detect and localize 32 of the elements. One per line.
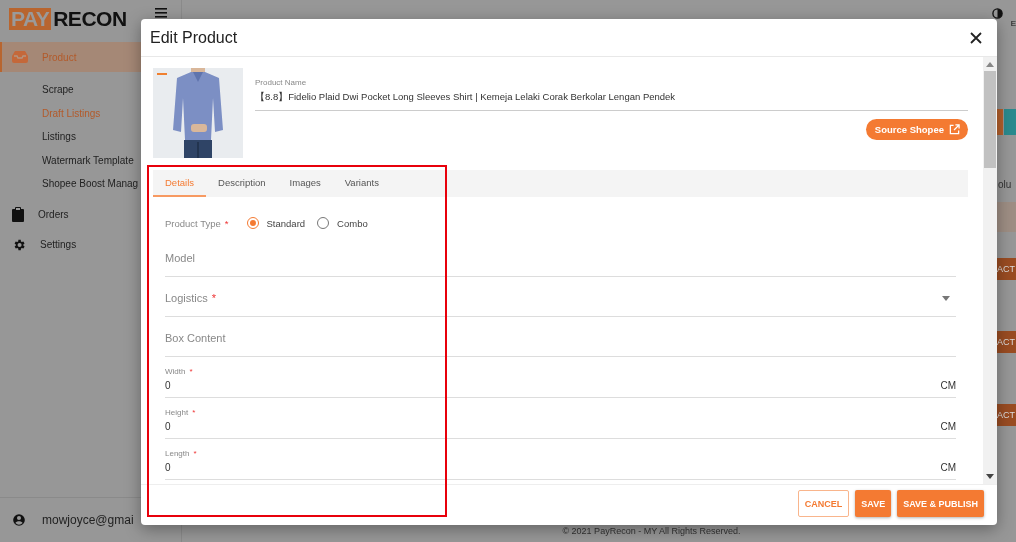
gear-icon: [12, 237, 26, 252]
copyright-text: © 2021 PayRecon - MY All Rights Reserved.: [562, 526, 741, 536]
clipboard-icon: [12, 207, 24, 222]
scrollbar[interactable]: [983, 57, 997, 484]
number-field[interactable]: Length * 0 CM: [165, 439, 956, 480]
external-link-icon: [949, 124, 960, 135]
number-field[interactable]: Height * 0 CM: [165, 398, 956, 439]
radio-option[interactable]: Combo: [317, 217, 368, 229]
product-name-field[interactable]: 【8.8】Fidelio Plaid Dwi Pocket Long Sleeves Shirt | Kemeja Lelaki Corak Berkolar Lengan Pendek: [255, 91, 968, 111]
language-label[interactable]: E: [1010, 19, 1016, 28]
field-label: Product Name: [255, 78, 308, 87]
text-field[interactable]: Model: [165, 237, 956, 277]
menu-icon[interactable]: [155, 8, 167, 18]
number-field[interactable]: Width * 0 CM: [165, 357, 956, 398]
table-row: [997, 202, 1016, 232]
tab[interactable]: Description: [206, 170, 278, 197]
tray-icon: [12, 51, 28, 63]
user-email: mowjoyce@gmai: [42, 513, 134, 527]
tab[interactable]: Variants: [332, 170, 391, 197]
column-heading: olu: [998, 179, 1013, 190]
scroll-down-icon[interactable]: [986, 472, 994, 480]
radio-option[interactable]: Standard: [246, 217, 306, 229]
dropdown-caret-icon: [942, 295, 950, 301]
account-icon: [12, 513, 26, 527]
tab[interactable]: Images: [277, 170, 333, 197]
select-field[interactable]: Logistics *: [165, 277, 956, 317]
field-label: Product Type *: [165, 217, 229, 229]
text-field[interactable]: Box Content: [165, 317, 956, 357]
close-button[interactable]: [969, 30, 983, 45]
scroll-thumb[interactable]: [984, 71, 996, 168]
scroll-up-icon[interactable]: [986, 61, 994, 69]
contrast-icon[interactable]: [991, 8, 1003, 19]
